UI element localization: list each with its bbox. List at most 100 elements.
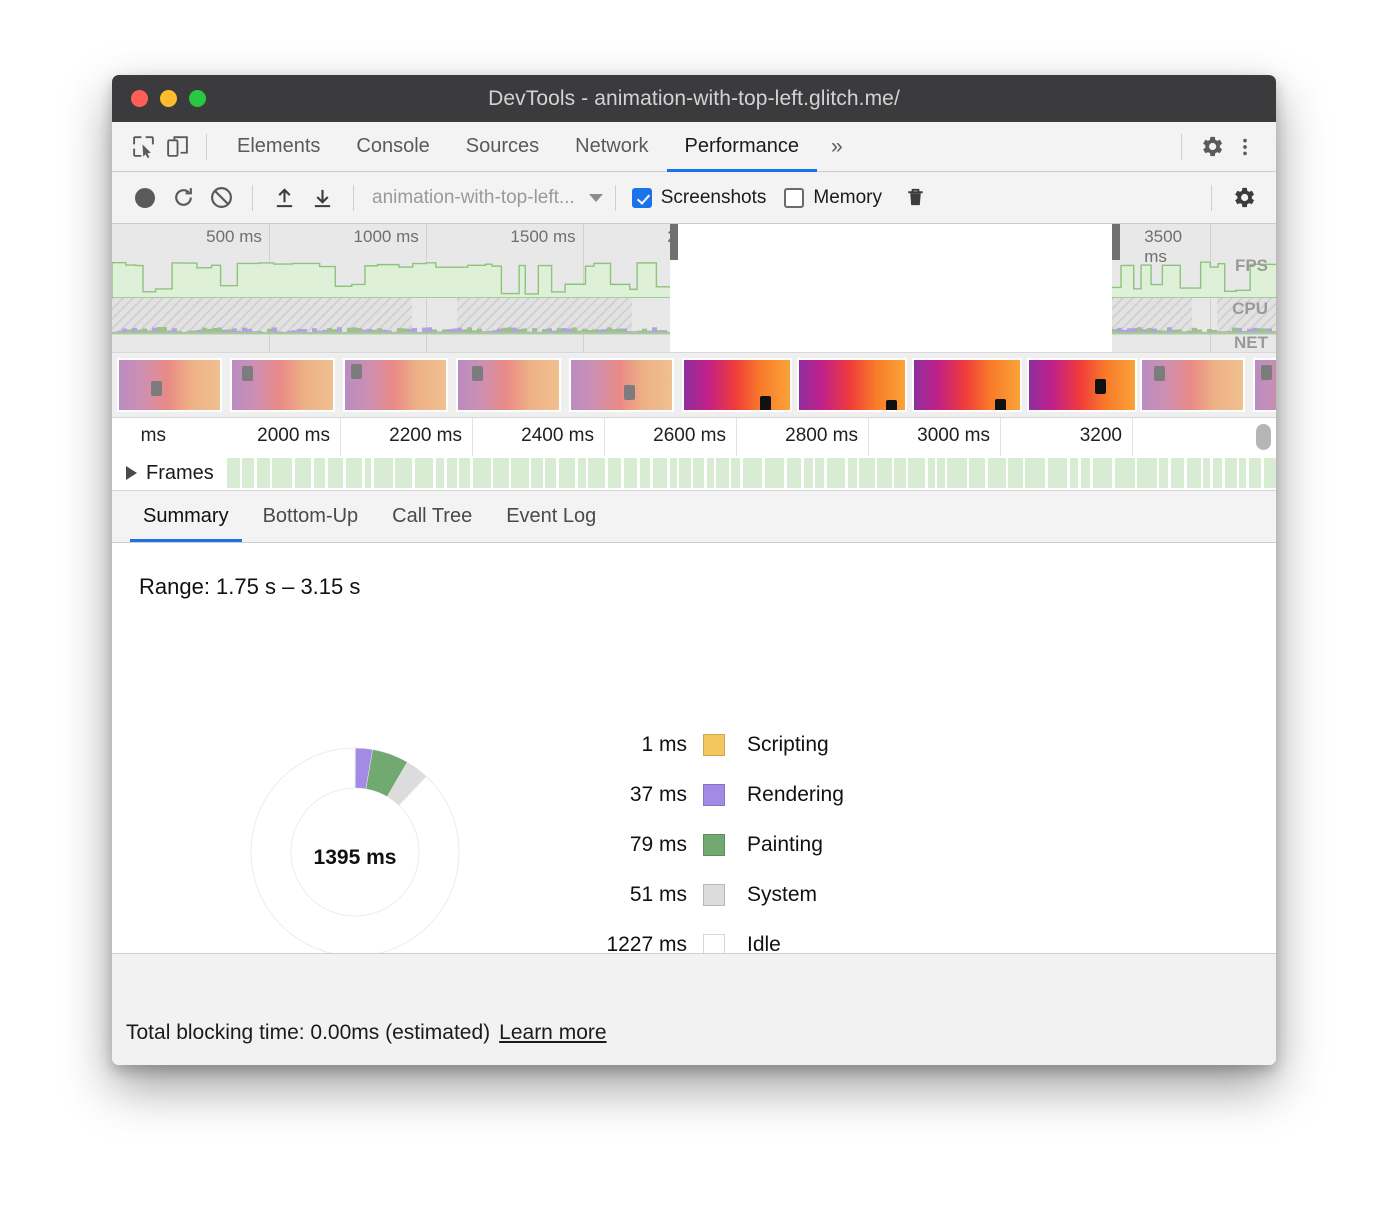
selection-handle-left[interactable] <box>670 224 678 260</box>
frame-bar[interactable] <box>877 458 891 488</box>
frame-bar[interactable] <box>859 458 875 488</box>
device-toggle-icon[interactable] <box>160 130 194 164</box>
overview-selection-window[interactable] <box>670 224 1112 352</box>
legend-row[interactable]: 51 msSystem <box>567 870 844 920</box>
frame-bar[interactable] <box>804 458 813 488</box>
close-window-button[interactable] <box>131 90 148 107</box>
gear-icon[interactable] <box>1194 130 1228 164</box>
capture-settings-gear-icon[interactable] <box>1224 179 1262 217</box>
vertical-scrollbar-thumb[interactable] <box>1256 424 1271 450</box>
tab-bottom-up[interactable]: Bottom-Up <box>246 490 376 542</box>
frame-bar[interactable] <box>731 458 740 488</box>
frame-bar[interactable] <box>640 458 650 488</box>
frame-bar[interactable] <box>578 458 586 488</box>
frames-track[interactable]: Frames <box>112 456 1276 491</box>
frame-bar[interactable] <box>314 458 326 488</box>
selection-handle-right[interactable] <box>1112 224 1120 260</box>
record-circle-icon[interactable] <box>126 179 164 217</box>
filmstrip-frame[interactable] <box>682 358 792 412</box>
download-profile-icon[interactable] <box>303 179 341 217</box>
frame-bar[interactable] <box>1008 458 1023 488</box>
frame-bar[interactable] <box>937 458 944 488</box>
filmstrip-frame[interactable] <box>797 358 907 412</box>
triangle-right-icon[interactable] <box>126 466 137 480</box>
frame-bar[interactable] <box>716 458 729 488</box>
frame-bar[interactable] <box>1225 458 1237 488</box>
inspect-cursor-icon[interactable] <box>126 130 160 164</box>
frame-bar[interactable] <box>295 458 312 488</box>
frame-bar[interactable] <box>1203 458 1210 488</box>
frame-bar[interactable] <box>928 458 935 488</box>
frame-bar[interactable] <box>1137 458 1157 488</box>
minimize-window-button[interactable] <box>160 90 177 107</box>
frame-bar[interactable] <box>894 458 905 488</box>
trash-icon[interactable] <box>896 179 934 217</box>
frame-bar[interactable] <box>493 458 508 488</box>
filmstrip-frame[interactable] <box>456 358 561 412</box>
frame-bar[interactable] <box>1171 458 1184 488</box>
frame-bar[interactable] <box>707 458 714 488</box>
filmstrip-frame[interactable] <box>912 358 1022 412</box>
tab-elements[interactable]: Elements <box>219 122 338 172</box>
tab-network[interactable]: Network <box>557 122 666 172</box>
frame-bar[interactable] <box>272 458 292 488</box>
frame-bar[interactable] <box>545 458 556 488</box>
frame-bar[interactable] <box>608 458 622 488</box>
frame-bar[interactable] <box>827 458 846 488</box>
tab-summary[interactable]: Summary <box>126 490 246 542</box>
upload-profile-icon[interactable] <box>265 179 303 217</box>
frame-bar[interactable] <box>765 458 784 488</box>
legend-row[interactable]: 37 msRendering <box>567 770 844 820</box>
filmstrip-frame[interactable] <box>569 358 674 412</box>
frame-bar[interactable] <box>473 458 491 488</box>
frame-bar[interactable] <box>653 458 667 488</box>
reload-record-icon[interactable] <box>164 179 202 217</box>
frame-bar[interactable] <box>1081 458 1091 488</box>
filmstrip[interactable] <box>112 352 1276 417</box>
frame-bar[interactable] <box>1048 458 1068 488</box>
legend-row[interactable]: 79 msPainting <box>567 820 844 870</box>
frame-bar[interactable] <box>1213 458 1222 488</box>
frame-bar[interactable] <box>988 458 1006 488</box>
frame-bar[interactable] <box>436 458 445 488</box>
filmstrip-frame[interactable] <box>230 358 335 412</box>
tab-sources[interactable]: Sources <box>448 122 557 172</box>
frame-bar[interactable] <box>531 458 542 488</box>
legend-row[interactable]: 1 msScripting <box>567 720 844 770</box>
frame-bar[interactable] <box>1025 458 1045 488</box>
frame-bar[interactable] <box>1115 458 1135 488</box>
frame-bar[interactable] <box>447 458 457 488</box>
frame-bar[interactable] <box>1187 458 1201 488</box>
frame-bar[interactable] <box>624 458 638 488</box>
timeline-overview[interactable]: 500 ms1000 ms1500 ms2000 ms2500 ms3000 m… <box>112 224 1276 352</box>
learn-more-link[interactable]: Learn more <box>499 1021 606 1045</box>
screenshots-checkbox[interactable]: Screenshots <box>632 187 767 209</box>
filmstrip-frame[interactable] <box>1253 358 1276 412</box>
frame-bar[interactable] <box>395 458 412 488</box>
frame-bar[interactable] <box>1070 458 1078 488</box>
frame-bar[interactable] <box>693 458 704 488</box>
frame-bar[interactable] <box>415 458 434 488</box>
frame-bar[interactable] <box>1249 458 1261 488</box>
frame-bar[interactable] <box>257 458 270 488</box>
frame-bar[interactable] <box>227 458 240 488</box>
frame-bar[interactable] <box>679 458 691 488</box>
frame-bar[interactable] <box>969 458 985 488</box>
more-tabs-icon[interactable]: » <box>817 135 857 159</box>
frame-bar[interactable] <box>1264 458 1276 488</box>
frame-bar[interactable] <box>365 458 372 488</box>
frame-bar[interactable] <box>947 458 967 488</box>
frame-bar[interactable] <box>848 458 857 488</box>
kebab-menu-icon[interactable] <box>1228 130 1262 164</box>
frame-bar[interactable] <box>242 458 254 488</box>
filmstrip-frame[interactable] <box>1027 358 1137 412</box>
summary-donut-chart[interactable]: 1395 ms <box>245 742 465 962</box>
memory-checkbox[interactable]: Memory <box>784 187 882 209</box>
filmstrip-frame[interactable] <box>1140 358 1245 412</box>
frame-bar[interactable] <box>374 458 393 488</box>
frame-bar[interactable] <box>511 458 529 488</box>
profile-selector[interactable]: animation-with-top-left... <box>372 187 603 209</box>
tab-call-tree[interactable]: Call Tree <box>375 490 489 542</box>
frame-bar[interactable] <box>1159 458 1168 488</box>
frame-bar[interactable] <box>559 458 576 488</box>
